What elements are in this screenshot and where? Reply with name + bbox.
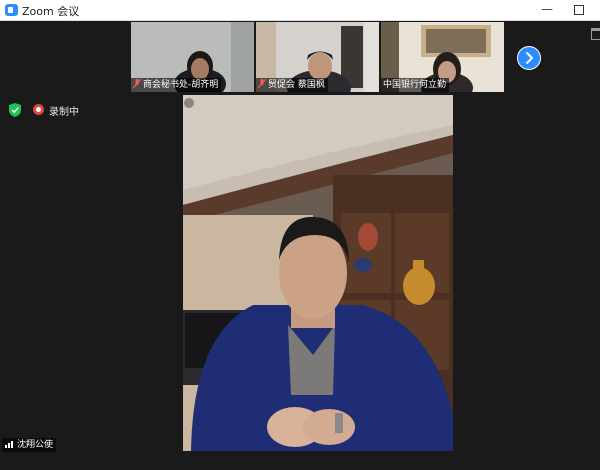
next-page-button[interactable] <box>517 46 541 70</box>
participant-name: 商会秘书处-胡齐明 <box>131 78 222 92</box>
speaker-video-frame <box>183 95 453 451</box>
participant-thumbnail[interactable]: 商会秘书处-胡齐明 <box>131 22 254 92</box>
maximize-button[interactable] <box>568 1 590 18</box>
recording-label: 录制中 <box>49 107 79 118</box>
active-speaker-video <box>183 95 453 451</box>
mic-muted-icon <box>133 79 141 88</box>
window-title: Zoom 会议 <box>22 5 80 18</box>
participant-thumbnail[interactable]: 中国银行何立勤 <box>381 22 504 92</box>
mic-muted-icon <box>258 79 266 88</box>
shield-check-icon[interactable] <box>9 103 21 117</box>
view-toggle-icon[interactable] <box>591 28 600 40</box>
participant-name: 中国银行何立勤 <box>381 78 450 92</box>
chevron-right-icon <box>526 52 534 64</box>
zoom-app-icon <box>5 4 18 16</box>
recording-dot-icon[interactable] <box>33 104 44 115</box>
participant-thumbnail[interactable]: 贸促会 蔡国枫 <box>256 22 379 92</box>
signal-bars-icon <box>5 441 13 448</box>
participant-name: 贸促会 蔡国枫 <box>256 78 328 92</box>
title-bar: Zoom 会议 — <box>0 0 600 21</box>
speaker-name-label: 沈翔公使 <box>2 438 57 452</box>
maximize-icon <box>574 4 584 15</box>
minimize-button[interactable]: — <box>536 1 558 18</box>
